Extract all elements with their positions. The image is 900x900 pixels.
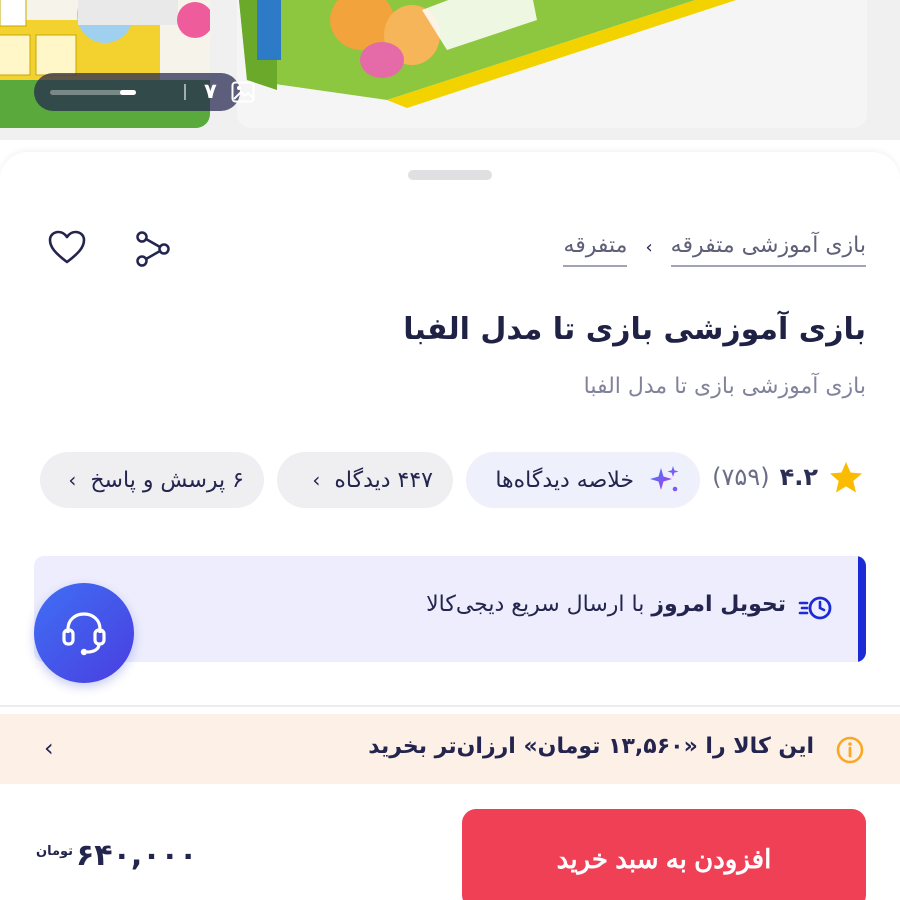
qna-label: ۶ پرسش و پاسخ bbox=[90, 467, 244, 493]
price-currency: تومان bbox=[36, 844, 74, 859]
qna-chip[interactable]: ۶ پرسش و پاسخ › bbox=[40, 452, 264, 508]
chevron-left-icon: ‹ bbox=[44, 734, 54, 762]
share-icon[interactable] bbox=[134, 230, 172, 268]
image-counter-badge[interactable]: ۷ bbox=[34, 73, 255, 111]
breadcrumb: متفرقه › بازی آموزشی متفرقه bbox=[563, 230, 866, 270]
heart-icon[interactable] bbox=[47, 229, 87, 265]
breadcrumb-separator: › bbox=[645, 236, 653, 258]
rating-count: (۷۵۹) bbox=[712, 463, 770, 491]
delivery-text: تحویل امروز با ارسال سریع دیجی‌کالا bbox=[426, 592, 786, 617]
image-icon bbox=[231, 81, 255, 103]
image-scroll-indicator bbox=[50, 90, 136, 95]
product-subtitle: بازی آموزشی بازی تا مدل الفبا bbox=[583, 374, 866, 399]
sparkle-icon bbox=[650, 466, 679, 492]
delivery-title: تحویل امروز bbox=[651, 592, 786, 617]
chevron-left-icon: › bbox=[68, 468, 77, 492]
counter-separator bbox=[184, 84, 186, 100]
chevron-left-icon: › bbox=[312, 468, 321, 492]
reviews-chip[interactable]: ۴۴۷ دیدگاه › bbox=[277, 452, 453, 508]
info-icon bbox=[836, 736, 864, 764]
fast-delivery-icon bbox=[798, 596, 832, 620]
delivery-subtitle: با ارسال سریع دیجی‌کالا bbox=[426, 592, 645, 617]
reviews-summary-chip[interactable]: خلاصه دیدگاه‌ها bbox=[466, 452, 700, 508]
cheaper-offer-banner[interactable]: این کالا را «۱۳,۵۶۰ تومان» ارزان‌تر بخری… bbox=[0, 714, 900, 784]
image-count: ۷ bbox=[204, 79, 217, 103]
support-button[interactable] bbox=[34, 583, 134, 683]
product-rating[interactable]: ۴.۲ (۷۵۹) bbox=[712, 460, 864, 494]
reviews-label: ۴۴۷ دیدگاه bbox=[334, 467, 433, 493]
headset-icon bbox=[62, 612, 106, 656]
product-title: بازی آموزشی بازی تا مدل الفبا bbox=[403, 312, 866, 347]
cheaper-offer-text: این کالا را «۱۳,۵۶۰ تومان» ارزان‌تر بخری… bbox=[368, 734, 814, 759]
rating-score: ۴.۲ bbox=[779, 463, 818, 491]
delivery-accent-bar bbox=[858, 556, 866, 662]
product-image-main[interactable] bbox=[237, 0, 867, 128]
add-to-cart-button[interactable]: افزودن به سبد خرید bbox=[462, 809, 866, 900]
sheet-drag-handle[interactable] bbox=[408, 170, 492, 180]
star-icon bbox=[830, 462, 862, 493]
image-gallery[interactable]: ۷ bbox=[0, 0, 900, 140]
section-divider bbox=[0, 705, 900, 707]
image-scroll-thumb bbox=[120, 90, 136, 95]
breadcrumb-item-category[interactable]: متفرقه bbox=[563, 233, 628, 267]
reviews-summary-label: خلاصه دیدگاه‌ها bbox=[495, 467, 634, 493]
product-price: ۶۴۰,۰۰۰ bbox=[76, 838, 198, 873]
breadcrumb-item-subcategory[interactable]: بازی آموزشی متفرقه bbox=[670, 233, 866, 267]
delivery-banner[interactable]: تحویل امروز با ارسال سریع دیجی‌کالا bbox=[34, 556, 866, 662]
